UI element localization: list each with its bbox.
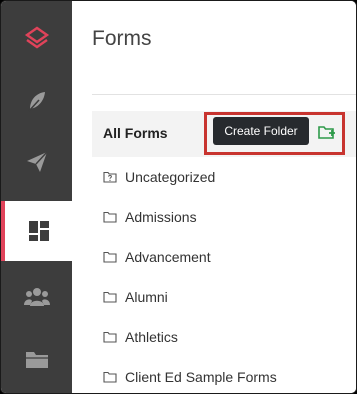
folder-item-advancement[interactable]: Advancement <box>103 246 211 268</box>
folder-item-label: Client Ed Sample Forms <box>125 369 277 385</box>
dashboard-icon <box>28 221 49 241</box>
paper-plane-icon <box>26 151 48 172</box>
folder-item-label: Athletics <box>125 329 178 345</box>
folder-item-alumni[interactable]: Alumni <box>103 286 168 308</box>
folder-item-label: Alumni <box>125 289 168 305</box>
folder-item-label: Uncategorized <box>125 169 216 185</box>
app-window: Forms All Forms Create Folder Uncategori… <box>0 0 357 394</box>
people-icon <box>23 288 50 306</box>
folder-item-admissions[interactable]: Admissions <box>103 206 197 228</box>
folder-icon <box>103 211 117 223</box>
folder-icon <box>25 352 48 368</box>
all-forms-label: All Forms <box>103 125 168 141</box>
folder-icon <box>103 251 117 263</box>
folder-icon <box>103 291 117 303</box>
brand-logo-icon <box>24 26 49 49</box>
folder-unknown-icon <box>103 171 117 183</box>
folder-item-label: Admissions <box>125 209 197 225</box>
sidebar-item-send[interactable] <box>1 132 72 192</box>
page-title: Forms <box>92 27 152 50</box>
feather-icon <box>27 92 45 112</box>
sidebar-item-files[interactable] <box>1 329 72 389</box>
folder-item-athletics[interactable]: Athletics <box>103 326 178 348</box>
main-content: Forms All Forms Create Folder Uncategori… <box>72 1 356 393</box>
header-divider <box>92 94 356 95</box>
folder-item-label: Advancement <box>125 249 211 265</box>
brand-logo[interactable] <box>1 9 72 69</box>
folder-item-client-ed-sample-forms[interactable]: Client Ed Sample Forms <box>103 366 277 388</box>
sidebar-item-people[interactable] <box>1 267 72 327</box>
folder-item-uncategorized[interactable]: Uncategorized <box>103 166 215 188</box>
add-folder-icon[interactable] <box>318 125 336 140</box>
folder-icon <box>103 331 117 343</box>
folder-icon <box>103 371 117 383</box>
sidebar-item-compose[interactable] <box>1 71 72 131</box>
sidebar <box>1 1 72 393</box>
sidebar-item-forms[interactable] <box>1 201 72 261</box>
